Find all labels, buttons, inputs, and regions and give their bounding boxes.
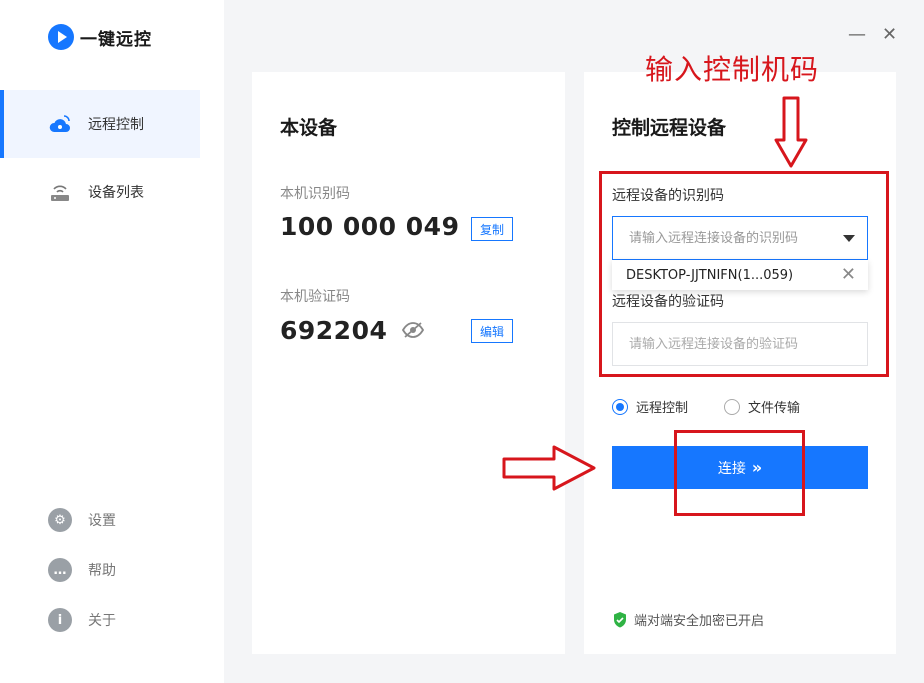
about-label: 关于 bbox=[88, 613, 116, 629]
sidebar-item-label: 远程控制 bbox=[88, 117, 144, 133]
radio-unchecked-icon bbox=[724, 398, 740, 415]
gear-icon: ⚙ bbox=[48, 508, 72, 532]
edit-button[interactable]: 编辑 bbox=[471, 319, 514, 343]
local-device-card bbox=[252, 72, 565, 654]
sidebar-item-device-list[interactable]: 设备列表 bbox=[0, 158, 200, 226]
radio-remote-control-label: 远程控制 bbox=[636, 401, 689, 416]
logo-icon bbox=[48, 24, 74, 50]
info-icon: i bbox=[48, 608, 72, 632]
radio-file-transfer-label: 文件传输 bbox=[748, 401, 801, 416]
app-logo: 一键远控 bbox=[48, 24, 152, 50]
cloud-remote-icon bbox=[48, 112, 72, 136]
sidebar: 一键远控 远程控制 设备列表 ⚙ 设置 … 帮助 i 关于 bbox=[0, 0, 224, 683]
sidebar-item-help[interactable]: … 帮助 bbox=[48, 558, 116, 582]
settings-label: 设置 bbox=[88, 513, 116, 529]
annotation-highlight-box bbox=[599, 171, 889, 377]
eye-hidden-icon[interactable] bbox=[401, 322, 425, 342]
shield-check-icon bbox=[612, 611, 628, 629]
local-device-title: 本设备 bbox=[280, 117, 338, 139]
app-name: 一键远控 bbox=[80, 29, 152, 50]
radio-checked-icon bbox=[612, 398, 628, 415]
close-button[interactable]: ✕ bbox=[882, 24, 897, 45]
help-label: 帮助 bbox=[88, 563, 116, 579]
sidebar-item-settings[interactable]: ⚙ 设置 bbox=[48, 508, 116, 532]
local-code-value: 692204 bbox=[280, 316, 388, 345]
local-id-label: 本机识别码 bbox=[280, 186, 350, 202]
annotation-down-arrow-icon bbox=[774, 96, 808, 172]
annotation-title: 输入控制机码 bbox=[645, 53, 820, 86]
minimize-button[interactable]: — bbox=[848, 24, 866, 45]
annotation-right-arrow-icon bbox=[502, 444, 596, 496]
radio-file-transfer[interactable]: 文件传输 bbox=[724, 397, 800, 416]
sidebar-item-label: 设备列表 bbox=[88, 185, 144, 201]
router-icon bbox=[48, 180, 72, 204]
copy-button[interactable]: 复制 bbox=[471, 217, 514, 241]
chat-bubble-icon: … bbox=[48, 558, 72, 582]
encryption-status: 端对端安全加密已开启 bbox=[612, 610, 764, 629]
local-code-label: 本机验证码 bbox=[280, 289, 350, 305]
remote-device-title: 控制远程设备 bbox=[612, 117, 727, 139]
sidebar-item-remote-control[interactable]: 远程控制 bbox=[0, 90, 200, 158]
encryption-status-text: 端对端安全加密已开启 bbox=[634, 614, 765, 629]
sidebar-item-about[interactable]: i 关于 bbox=[48, 608, 116, 632]
local-id-value: 100 000 049 bbox=[280, 212, 460, 241]
annotation-connect-box bbox=[674, 430, 805, 516]
radio-remote-control[interactable]: 远程控制 bbox=[612, 397, 688, 416]
